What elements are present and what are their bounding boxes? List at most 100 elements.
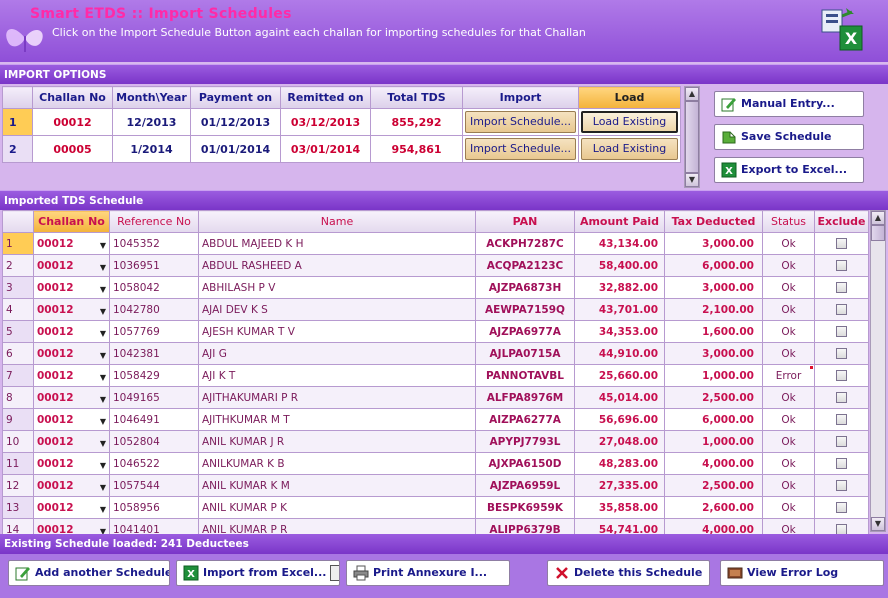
- col-amount-paid[interactable]: Amount Paid: [574, 210, 665, 233]
- schedule-row[interactable]: 1 00012 ▼ 1045352 ABDUL MAJEED K H ACKPH7287C…: [2, 232, 869, 255]
- challan-dropdown[interactable]: 00012 ▼: [33, 232, 110, 255]
- challan-dropdown[interactable]: 00012 ▼: [33, 430, 110, 453]
- reference-no[interactable]: 1058429: [109, 364, 199, 387]
- reference-no[interactable]: 1045352: [109, 232, 199, 255]
- import-excel-button[interactable]: X Import from Excel...: [176, 560, 340, 586]
- exclude-checkbox[interactable]: [836, 348, 847, 359]
- amount-paid[interactable]: 58,400.00: [574, 254, 665, 277]
- schedule-row[interactable]: 3 00012 ▼ 1058042 ABHILASH P V AJZPA6873H 32,8…: [2, 276, 869, 299]
- dropdown-arrow-icon[interactable]: ▼: [100, 505, 106, 514]
- pan[interactable]: AEWPA7159Q: [475, 298, 575, 321]
- pan[interactable]: AIZPA6277A: [475, 408, 575, 431]
- exclude-checkbox[interactable]: [836, 436, 847, 447]
- exclude-checkbox[interactable]: [836, 282, 847, 293]
- tax-deducted[interactable]: 3,000.00: [664, 342, 763, 365]
- row-number[interactable]: 13: [2, 496, 34, 519]
- scroll-down-icon[interactable]: ▼: [871, 517, 885, 531]
- view-error-log-button[interactable]: View Error Log: [720, 560, 884, 586]
- row-number[interactable]: 1: [2, 108, 33, 136]
- col-remitted-on[interactable]: Remitted on: [280, 86, 371, 109]
- exclude-checkbox[interactable]: [836, 502, 847, 513]
- dropdown-arrow-icon[interactable]: ▼: [100, 439, 106, 448]
- tax-deducted[interactable]: 6,000.00: [664, 408, 763, 431]
- challan-dropdown[interactable]: 00012 ▼: [33, 320, 110, 343]
- tax-deducted[interactable]: 2,500.00: [664, 474, 763, 497]
- pan[interactable]: AJZPA6959L: [475, 474, 575, 497]
- tax-deducted[interactable]: 3,000.00: [664, 276, 763, 299]
- exclude-checkbox[interactable]: [836, 304, 847, 315]
- amount-paid[interactable]: 44,910.00: [574, 342, 665, 365]
- schedule-row[interactable]: 9 00012 ▼ 1046491 AJITHKUMAR M T AIZPA6277A 56…: [2, 408, 869, 431]
- amount-paid[interactable]: 27,048.00: [574, 430, 665, 453]
- col-challan-no[interactable]: Challan No: [33, 210, 110, 233]
- row-number[interactable]: 10: [2, 430, 34, 453]
- challan-dropdown[interactable]: 00012 ▼: [33, 408, 110, 431]
- schedule-row[interactable]: 6 00012 ▼ 1042381 AJI G AJLPA0715A 44,910.00 3,…: [2, 342, 869, 365]
- exclude-checkbox[interactable]: [836, 480, 847, 491]
- amount-paid[interactable]: 56,696.00: [574, 408, 665, 431]
- load-existing-button[interactable]: Load Existing: [581, 138, 678, 160]
- row-number[interactable]: 1: [2, 232, 34, 255]
- tax-deducted[interactable]: 1,600.00: [664, 320, 763, 343]
- dropdown-arrow-icon[interactable]: ▼: [100, 307, 106, 316]
- deductee-name[interactable]: ANIL KUMAR K M: [198, 474, 476, 497]
- import-schedule-button[interactable]: Import Schedule...: [465, 111, 576, 133]
- exclude-checkbox[interactable]: [836, 370, 847, 381]
- save-schedule-button[interactable]: Save Schedule: [714, 124, 864, 150]
- challan-dropdown[interactable]: 00012 ▼: [33, 254, 110, 277]
- tax-deducted[interactable]: 2,100.00: [664, 298, 763, 321]
- scroll-up-icon[interactable]: ▲: [871, 211, 885, 225]
- deductee-name[interactable]: ANILKUMAR K B: [198, 452, 476, 475]
- tax-deducted[interactable]: 2,500.00: [664, 386, 763, 409]
- col-exclude[interactable]: Exclude: [814, 210, 869, 233]
- deductee-name[interactable]: AJESH KUMAR T V: [198, 320, 476, 343]
- amount-paid[interactable]: 43,134.00: [574, 232, 665, 255]
- col-pan[interactable]: PAN: [475, 210, 575, 233]
- pan[interactable]: AJLPA0715A: [475, 342, 575, 365]
- exclude-checkbox[interactable]: [836, 260, 847, 271]
- col-name[interactable]: Name: [198, 210, 476, 233]
- reference-no[interactable]: 1046491: [109, 408, 199, 431]
- amount-paid[interactable]: 43,701.00: [574, 298, 665, 321]
- col-load[interactable]: Load: [578, 86, 681, 109]
- dropdown-arrow-icon[interactable]: ▼: [100, 329, 106, 338]
- amount-paid[interactable]: 32,882.00: [574, 276, 665, 299]
- row-number[interactable]: 9: [2, 408, 34, 431]
- deductee-name[interactable]: ABDUL MAJEED K H: [198, 232, 476, 255]
- challan-row[interactable]: 1 00012 12/2013 01/12/2013 03/12/2013 85…: [2, 108, 681, 136]
- tax-deducted[interactable]: 1,000.00: [664, 364, 763, 387]
- schedule-row[interactable]: 4 00012 ▼ 1042780 AJAI DEV K S AEWPA7159Q 43,7…: [2, 298, 869, 321]
- pan[interactable]: APYPJ7793L: [475, 430, 575, 453]
- deductee-name[interactable]: ANIL KUMAR J R: [198, 430, 476, 453]
- schedule-row[interactable]: 11 00012 ▼ 1046522 ANILKUMAR K B AJXPA6150D 48…: [2, 452, 869, 475]
- dropdown-arrow-icon[interactable]: ▼: [100, 351, 106, 360]
- challan-dropdown[interactable]: 00012 ▼: [33, 298, 110, 321]
- col-challan-no[interactable]: Challan No: [32, 86, 113, 109]
- reference-no[interactable]: 1052804: [109, 430, 199, 453]
- manual-entry-button[interactable]: Manual Entry...: [714, 91, 864, 117]
- print-annexure-button[interactable]: Print Annexure I...: [346, 560, 510, 586]
- dropdown-arrow-icon[interactable]: ▼: [100, 483, 106, 492]
- col-total-tds[interactable]: Total TDS: [370, 86, 463, 109]
- dropdown-arrow-icon[interactable]: ▼: [100, 373, 106, 382]
- export-excel-button[interactable]: X Export to Excel...: [714, 157, 864, 183]
- exclude-checkbox[interactable]: [836, 238, 847, 249]
- challan-dropdown[interactable]: 00012 ▼: [33, 364, 110, 387]
- amount-paid[interactable]: 34,353.00: [574, 320, 665, 343]
- col-tax-deducted[interactable]: Tax Deducted: [664, 210, 763, 233]
- col-reference-no[interactable]: Reference No: [109, 210, 199, 233]
- reference-no[interactable]: 1057769: [109, 320, 199, 343]
- row-number[interactable]: 2: [2, 135, 33, 163]
- row-number[interactable]: 7: [2, 364, 34, 387]
- dropdown-arrow-icon[interactable]: ▼: [100, 461, 106, 470]
- exclude-checkbox[interactable]: [836, 458, 847, 469]
- reference-no[interactable]: 1046522: [109, 452, 199, 475]
- tax-deducted[interactable]: 3,000.00: [664, 232, 763, 255]
- pan[interactable]: AJZPA6977A: [475, 320, 575, 343]
- pan[interactable]: ALFPA8976M: [475, 386, 575, 409]
- schedule-row[interactable]: 8 00012 ▼ 1049165 AJITHAKUMARI P R ALFPA8976M…: [2, 386, 869, 409]
- row-number[interactable]: 6: [2, 342, 34, 365]
- reference-no[interactable]: 1036951: [109, 254, 199, 277]
- exclude-checkbox[interactable]: [836, 414, 847, 425]
- dropdown-arrow-icon[interactable]: ▼: [100, 263, 106, 272]
